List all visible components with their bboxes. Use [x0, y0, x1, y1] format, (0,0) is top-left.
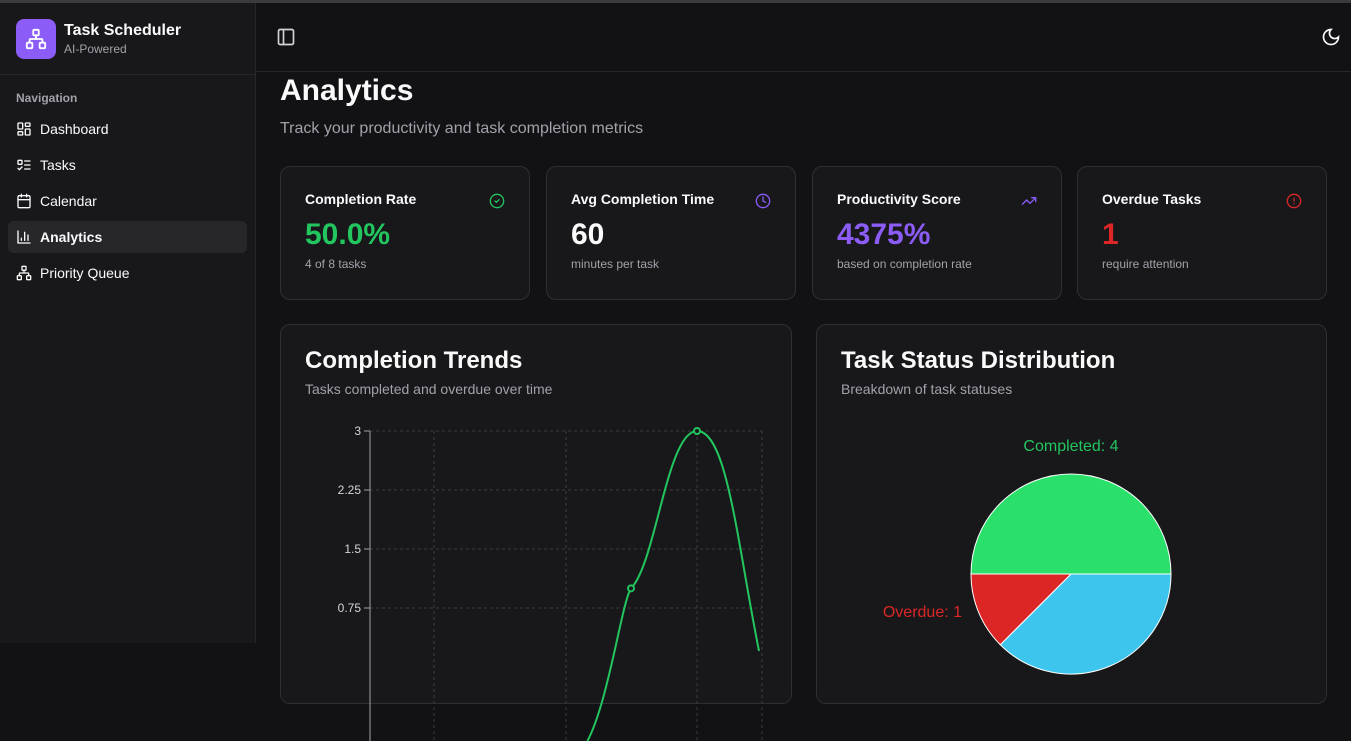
brand[interactable]: Task Scheduler AI-Powered [0, 3, 255, 75]
page-subtitle: Track your productivity and task complet… [280, 120, 644, 137]
stat-note: based on completion rate [837, 257, 972, 271]
card-title: Completion Trends [305, 347, 523, 374]
stat-value: 4375% [837, 218, 931, 251]
stat-label: Avg Completion Time [571, 191, 715, 207]
series-line [586, 429, 760, 741]
sidebar-item-priority-queue[interactable]: Priority Queue [8, 257, 247, 289]
y-tick-label: 3 [354, 424, 361, 438]
top-header [256, 3, 1351, 72]
calendar-icon [17, 193, 31, 209]
task-status-card: Task Status Distribution Breakdown of ta… [816, 324, 1327, 704]
stat-label: Overdue Tasks [1102, 191, 1202, 207]
trending-up-icon [1021, 197, 1037, 205]
pie-slice-label: Overdue: 1 [883, 604, 962, 621]
check-circle-icon [489, 193, 505, 209]
stat-card-productivity-score: Productivity Score 4375% based on comple… [812, 166, 1062, 300]
stat-card-avg-completion-time: Avg Completion Time 60 minutes per task [546, 166, 796, 300]
moon-icon[interactable] [1321, 27, 1341, 47]
y-tick-label: 0.75 [338, 601, 362, 615]
stat-value: 1 [1102, 218, 1119, 251]
list-todo-icon [17, 159, 31, 171]
clock-icon [755, 193, 771, 209]
app-subtitle: AI-Powered [64, 41, 127, 56]
y-tick-label: 1.5 [344, 542, 361, 556]
task-status-pie-chart: Completed: 4 Overdue: 1 [883, 438, 1172, 675]
sidebar-item-label: Calendar [40, 193, 97, 209]
bar-chart-icon [17, 230, 31, 244]
sidebar-item-label: Dashboard [40, 121, 109, 137]
sidebar-item-dashboard[interactable]: Dashboard [8, 113, 247, 145]
data-point[interactable] [693, 427, 701, 435]
stat-label: Completion Rate [305, 191, 417, 207]
sidebar-item-analytics[interactable]: Analytics [8, 221, 247, 253]
stat-value: 60 [571, 218, 605, 251]
app-title: Task Scheduler [64, 21, 182, 39]
stat-note: require attention [1102, 257, 1189, 271]
sidebar-item-tasks[interactable]: Tasks [8, 149, 247, 181]
network-icon [16, 265, 32, 281]
sidebar-item-label: Analytics [40, 229, 103, 245]
card-title: Task Status Distribution [841, 347, 1116, 374]
network-logo-icon [16, 18, 56, 59]
sidebar-item-label: Priority Queue [40, 265, 130, 281]
stat-card-overdue-tasks: Overdue Tasks 1 require attention [1077, 166, 1327, 300]
stat-note: minutes per task [571, 257, 660, 271]
completion-trends-card: Completion Trends Tasks completed and ov… [280, 324, 792, 741]
stat-note: 4 of 8 tasks [305, 257, 367, 271]
sidebar-item-label: Tasks [40, 157, 76, 173]
stat-value: 50.0% [305, 218, 391, 251]
stat-label: Productivity Score [837, 191, 961, 207]
page-title: Analytics [280, 74, 414, 107]
alert-circle-icon [1286, 193, 1302, 209]
dashboard-icon [17, 122, 31, 136]
y-tick-label: 2.25 [338, 483, 362, 497]
card-subtitle: Breakdown of task statuses [841, 381, 1013, 397]
pie-slice-label: Completed: 4 [1023, 438, 1118, 455]
stat-card-completion-rate: Completion Rate 50.0% 4 of 8 tasks [280, 166, 530, 300]
completion-trends-chart: 0.75 1.5 2.25 3 [338, 424, 763, 741]
card-subtitle: Tasks completed and overdue over time [305, 381, 553, 397]
sidebar: Task Scheduler AI-Powered Navigation Das… [0, 3, 256, 643]
sidebar-item-calendar[interactable]: Calendar [8, 185, 247, 217]
sidebar-toggle-icon[interactable] [276, 27, 296, 47]
pie-slice[interactable] [970, 473, 1172, 575]
data-point[interactable] [627, 584, 635, 593]
nav-heading: Navigation [16, 91, 78, 105]
